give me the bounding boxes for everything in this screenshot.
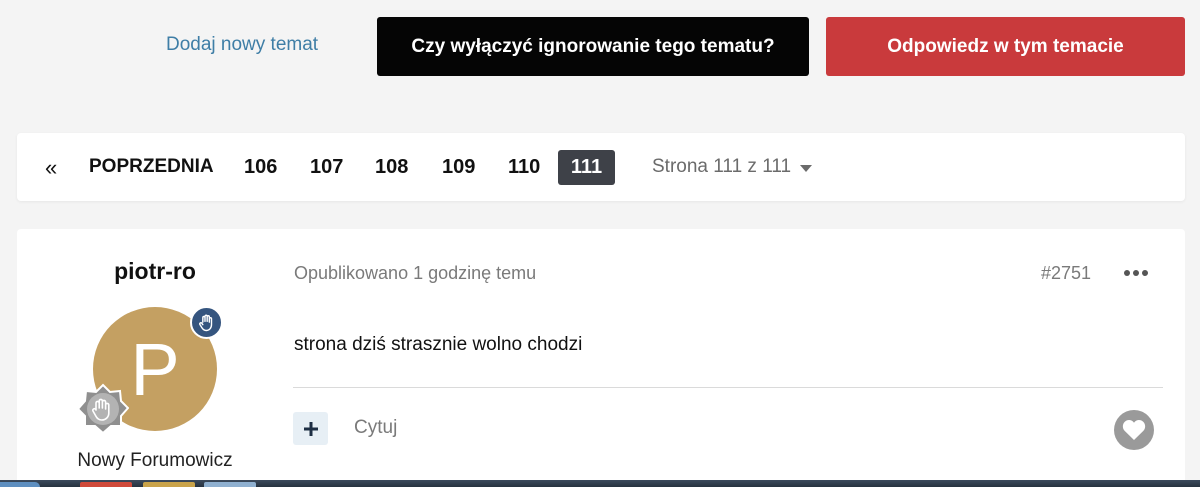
start-button[interactable] <box>0 482 40 487</box>
post-number-link[interactable]: #2751 <box>1041 263 1091 284</box>
add-new-topic-link[interactable]: Dodaj nowy temat <box>166 34 318 56</box>
page-link[interactable]: 110 <box>508 156 540 179</box>
raised-hand-icon <box>190 306 223 339</box>
unignore-topic-button[interactable]: Czy wyłączyć ignorowanie tego tematu? <box>377 17 809 76</box>
topic-actions-bar: Dodaj nowy temat Czy wyłączyć ignorowani… <box>0 0 1200 110</box>
caret-down-icon <box>800 164 813 172</box>
user-rank-title: Nowy Forumowicz <box>77 450 233 471</box>
taskbar-app[interactable] <box>80 482 132 487</box>
multiquote-button[interactable] <box>293 412 328 445</box>
forum-post: piotr-ro P Nowy Forumowicz Opublikowano … <box>17 229 1185 487</box>
ellipsis-dot <box>1142 270 1148 276</box>
reply-topic-label: Odpowiedz w tym temacie <box>887 35 1124 57</box>
page-link[interactable]: 108 <box>375 156 408 179</box>
taskbar-app[interactable] <box>143 482 195 487</box>
like-button[interactable] <box>1114 410 1154 450</box>
reply-topic-button[interactable]: Odpowiedz w tym temacie <box>826 17 1185 76</box>
quote-link[interactable]: Cytuj <box>354 417 397 439</box>
author-name[interactable]: piotr-ro <box>17 258 293 285</box>
ellipsis-dot <box>1133 270 1139 276</box>
current-page-label: 111 <box>570 156 603 178</box>
previous-page-link[interactable]: POPRZEDNIA <box>89 156 214 178</box>
ellipsis-icon[interactable] <box>1124 269 1148 277</box>
page-link[interactable]: 109 <box>442 156 475 179</box>
page-jump-dropdown[interactable]: Strona 111 z 111 <box>652 156 813 178</box>
page-link[interactable]: 107 <box>310 156 343 179</box>
rank-hand-icon <box>76 383 130 435</box>
plus-icon <box>303 421 318 436</box>
divider <box>293 387 1163 388</box>
post-timestamp: Opublikowano 1 godzinę temu <box>294 263 537 283</box>
page-link[interactable]: 106 <box>244 156 277 179</box>
current-page[interactable]: 111 <box>558 150 615 185</box>
heart-icon <box>1122 419 1146 440</box>
unignore-topic-label: Czy wyłączyć ignorowanie tego tematu? <box>411 35 775 57</box>
avatar-letter: P <box>130 327 180 411</box>
taskbar-app[interactable] <box>204 482 256 487</box>
first-page-icon[interactable]: « <box>45 155 57 181</box>
ellipsis-dot <box>1124 270 1130 276</box>
os-taskbar <box>0 480 1200 487</box>
page-jump-label: Strona 111 z 111 <box>652 156 792 177</box>
post-content: strona dziś strasznie wolno chodzi <box>294 334 583 355</box>
pagination-bar: « POPRZEDNIA 106 107 108 109 110 111 Str… <box>17 133 1185 201</box>
